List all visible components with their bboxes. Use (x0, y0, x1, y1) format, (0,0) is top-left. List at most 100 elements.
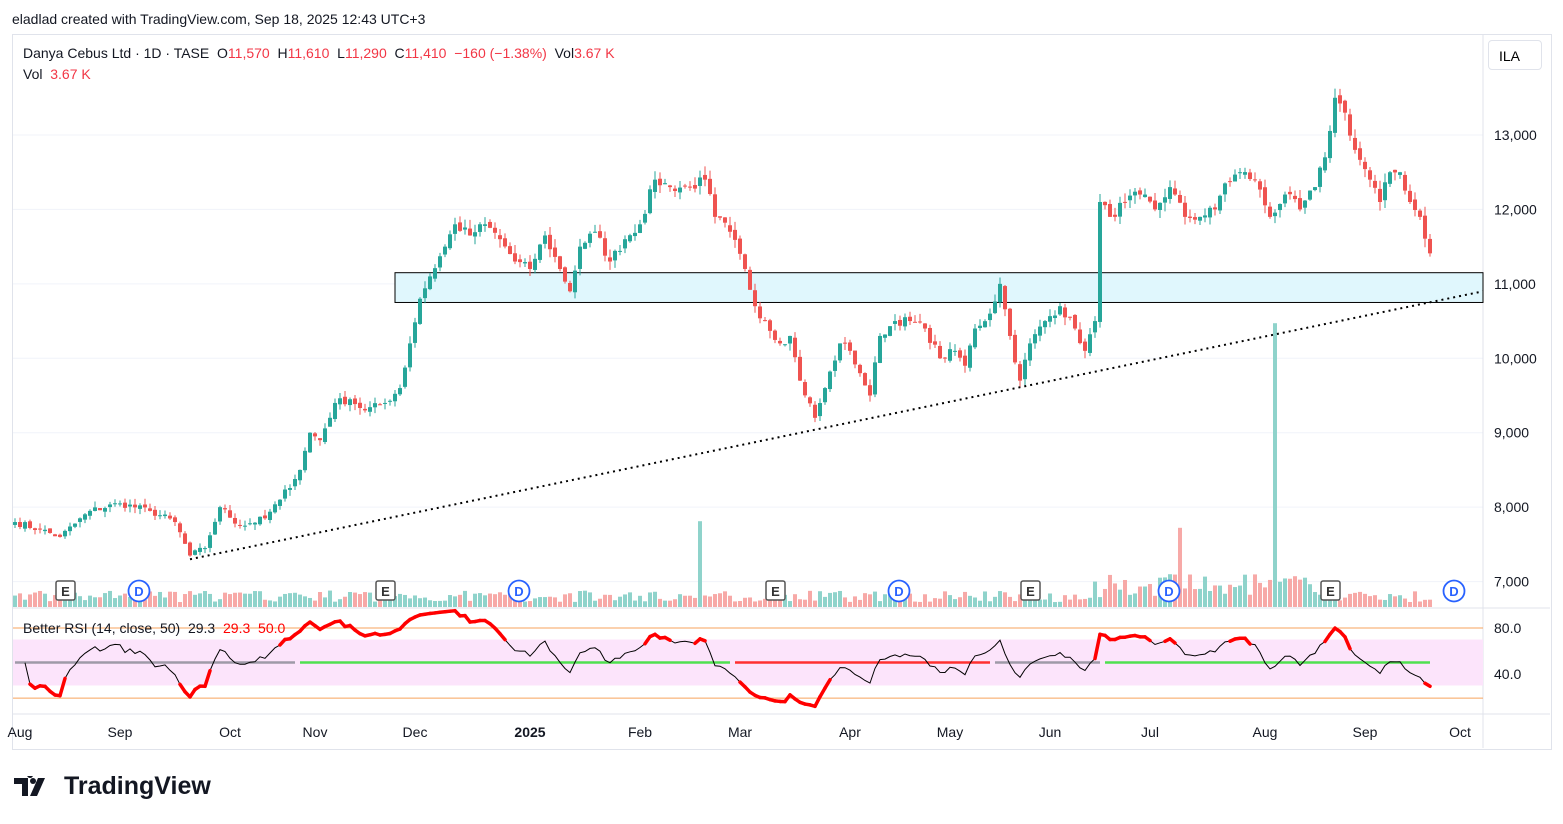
candle (1268, 206, 1272, 217)
y-tick-label: 13,000 (1494, 127, 1537, 143)
candle (563, 267, 567, 282)
volume-bar (418, 598, 422, 607)
volume-bar (88, 595, 92, 607)
x-tick-label: Oct (219, 724, 241, 740)
candle (343, 396, 347, 405)
candle (233, 517, 237, 524)
volume-bar (1348, 593, 1352, 607)
rsi-value: 29.3 (187, 620, 216, 636)
volume-bar (628, 592, 632, 607)
volume-bar (178, 602, 182, 607)
volume-bar (403, 594, 407, 607)
volume-bar (1108, 574, 1112, 607)
volume-bar (28, 594, 32, 607)
volume-bar (613, 600, 617, 607)
rsi-name: Better RSI (14, close, 50) (23, 620, 181, 636)
volume-bar (1308, 584, 1312, 607)
candle (268, 511, 272, 520)
candle (623, 239, 627, 249)
volume-bar (253, 591, 257, 607)
x-tick-label: Aug (1253, 724, 1278, 740)
candle (1203, 215, 1207, 218)
candle (43, 529, 47, 532)
candle (1388, 172, 1392, 184)
volume-bar (1383, 599, 1387, 607)
candle (1283, 194, 1287, 204)
candle (973, 328, 977, 348)
candle (1138, 190, 1142, 195)
volume-bar (1063, 595, 1067, 607)
volume-bar (868, 594, 872, 607)
volume-bar (18, 593, 22, 607)
candle (1288, 191, 1292, 195)
volume-bar (338, 599, 342, 607)
candle (608, 257, 612, 262)
volume-bar (113, 598, 117, 607)
candle (808, 397, 812, 404)
price-chart[interactable]: 13,000 12,000 11,000 10,000 9,000 8,000 7,000 A… (0, 0, 1563, 824)
candle (1428, 238, 1432, 254)
volume-bar (1228, 584, 1232, 607)
volume-bar (313, 600, 317, 607)
candle (188, 542, 192, 556)
candle (1333, 97, 1337, 133)
candle (1378, 188, 1382, 202)
volume-bar (1233, 587, 1237, 607)
volume-bar (543, 597, 547, 607)
volume-bar (443, 600, 447, 607)
volume-bar (1123, 579, 1127, 607)
candle (1398, 172, 1402, 175)
candle (1348, 114, 1352, 136)
candle (953, 350, 957, 352)
volume-bar (488, 593, 492, 607)
candle (1278, 203, 1282, 211)
candle (783, 344, 787, 346)
candle (963, 355, 967, 366)
candle (828, 371, 832, 390)
candle (388, 400, 392, 402)
candle (453, 224, 457, 234)
candle (443, 246, 447, 255)
volume-bar (693, 597, 697, 607)
volume-bar (973, 597, 977, 607)
candle (803, 382, 807, 396)
candle (33, 528, 37, 531)
volume-bar (1143, 586, 1147, 607)
volume-bar (1223, 593, 1227, 607)
candle (763, 320, 767, 322)
candle (1028, 343, 1032, 361)
volume-bar (108, 590, 112, 607)
volume-bar (193, 594, 197, 607)
candle (753, 290, 757, 307)
volume-bar (683, 595, 687, 607)
candle (653, 179, 657, 192)
candle (683, 185, 687, 187)
candle (193, 550, 197, 555)
x-tick-label: Aug (8, 724, 33, 740)
volume-bar (1213, 585, 1217, 607)
volume-bar (98, 597, 102, 607)
candle (488, 221, 492, 228)
candle (923, 323, 927, 329)
candle (83, 514, 87, 520)
candle (448, 234, 452, 249)
volume-bar (1423, 599, 1427, 607)
volume-bar (978, 600, 982, 607)
dividend-marker-label: D (1449, 584, 1458, 599)
volume-bar (1403, 598, 1407, 607)
volume-bar (1303, 577, 1307, 607)
volume-bar (483, 595, 487, 607)
volume-bar (1078, 599, 1082, 607)
candle (718, 216, 722, 218)
candle (628, 235, 632, 242)
volume-bar (708, 596, 712, 607)
candle (1233, 174, 1237, 182)
candle (178, 523, 182, 533)
candle (1038, 326, 1042, 336)
volume-bar (1203, 576, 1207, 607)
candle (948, 349, 952, 361)
candle (743, 254, 747, 269)
rsi-tick-label: 80.0 (1494, 620, 1521, 636)
volume-bar (43, 593, 47, 607)
candle (1243, 172, 1247, 175)
